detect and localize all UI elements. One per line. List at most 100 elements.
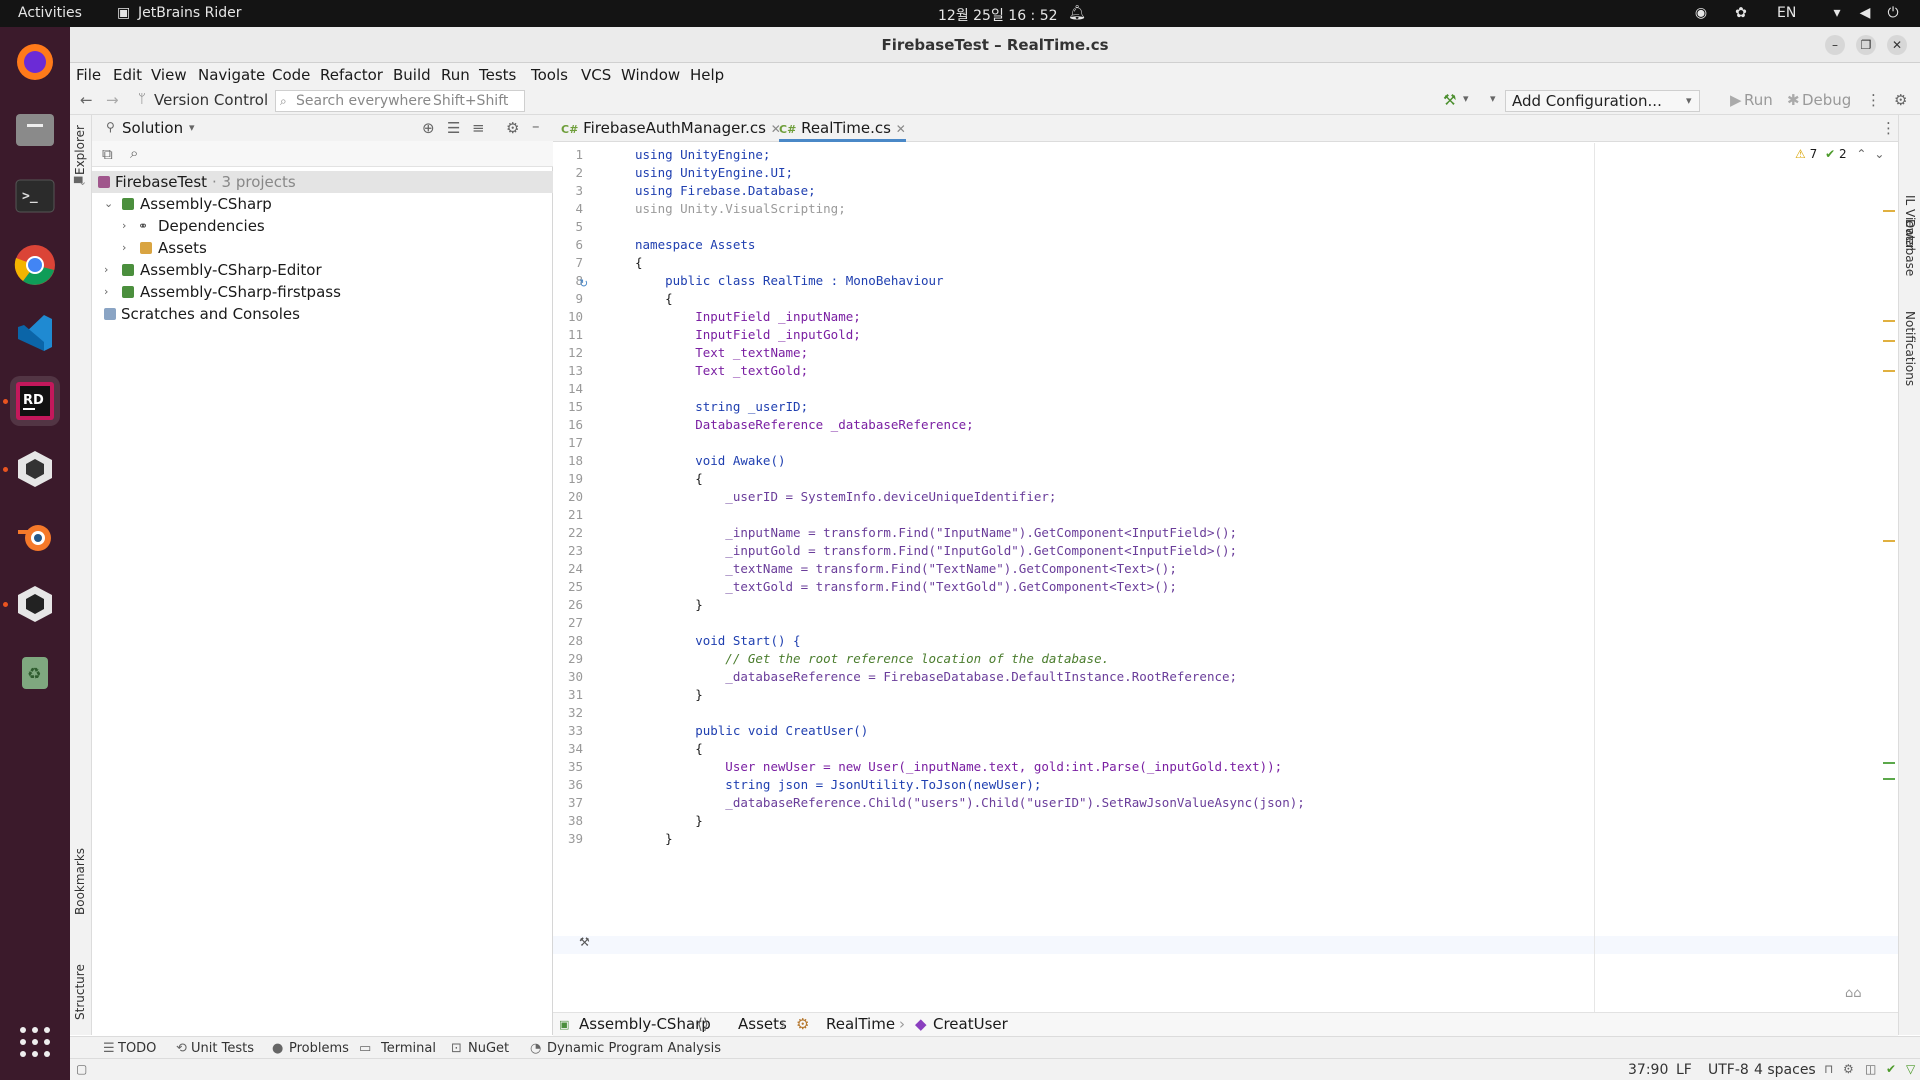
- check-icon[interactable]: ✔: [1886, 1062, 1896, 1076]
- tab-problems[interactable]: Problems: [289, 1041, 349, 1056]
- chevron-down-icon[interactable]: ▾: [1463, 92, 1469, 105]
- explorer-tool-tab[interactable]: Explorer: [73, 125, 87, 175]
- vcs-update-icon[interactable]: ▾: [1490, 92, 1496, 105]
- run-button[interactable]: Run: [1744, 91, 1773, 109]
- chrome-icon[interactable]: [10, 240, 60, 290]
- more-icon[interactable]: ⋮: [1866, 91, 1881, 109]
- tab-firebase-auth-manager[interactable]: C# FirebaseAuthManager.cs ✕: [561, 115, 781, 142]
- menu-run[interactable]: Run: [441, 66, 470, 84]
- vscode-icon[interactable]: [10, 308, 60, 358]
- menu-tools[interactable]: Tools: [531, 66, 568, 84]
- inspection-widget[interactable]: ⚠ 7 ✔ 2 ⌃ ⌄: [1795, 147, 1884, 161]
- menu-window[interactable]: Window: [621, 66, 680, 84]
- tab-terminal[interactable]: Terminal: [381, 1041, 436, 1056]
- breadcrumb-project[interactable]: Assembly-CSharp: [579, 1013, 711, 1036]
- warning-stripe-marker[interactable]: [1883, 210, 1895, 212]
- debug-button[interactable]: Debug: [1802, 91, 1851, 109]
- line-separator[interactable]: LF: [1676, 1062, 1692, 1078]
- tab-realtime[interactable]: C# RealTime.cs ✕: [779, 115, 906, 142]
- search-icon[interactable]: ⌕: [130, 144, 138, 162]
- menu-vcs[interactable]: VCS: [581, 66, 611, 84]
- menu-edit[interactable]: Edit: [113, 66, 142, 84]
- toggle-tool-windows-icon[interactable]: ▢: [76, 1062, 87, 1076]
- close-window-button[interactable]: ✕: [1887, 35, 1907, 55]
- more-icon[interactable]: ⋮: [1881, 119, 1896, 137]
- blender-icon[interactable]: [10, 512, 60, 562]
- caret-position[interactable]: 37:90: [1628, 1062, 1668, 1078]
- hammer-gutter-icon[interactable]: ⚒: [579, 935, 590, 949]
- context-icon[interactable]: ⚙: [1843, 1062, 1854, 1076]
- run-icon[interactable]: ▶: [1730, 91, 1742, 109]
- hide-icon[interactable]: –: [532, 117, 540, 135]
- window-title-bar[interactable]: FirebaseTest – RealTime.cs – ❐ ✕: [70, 27, 1920, 63]
- expand-all-icon[interactable]: ☰: [447, 119, 460, 137]
- menu-file[interactable]: File: [76, 66, 101, 84]
- status-tray-icon[interactable]: ◉: [1692, 4, 1710, 22]
- clock[interactable]: 12월 25일 16 : 52: [938, 5, 1058, 25]
- menu-build[interactable]: Build: [393, 66, 431, 84]
- tree-project-editor[interactable]: › Assembly-CSharp-Editor: [92, 259, 553, 281]
- chevron-up-icon[interactable]: ⌃: [1856, 147, 1866, 161]
- search-everywhere-field[interactable]: ⌕ Search everywhere Shift+Shift: [275, 90, 525, 112]
- explorer-title[interactable]: Solution: [122, 119, 183, 137]
- tree-assets[interactable]: › Assets: [92, 237, 553, 259]
- warning-stripe-marker[interactable]: [1883, 370, 1895, 372]
- maximize-button[interactable]: ❐: [1856, 35, 1876, 55]
- locate-icon[interactable]: ⊕: [422, 119, 435, 137]
- focused-app-name[interactable]: JetBrains Rider: [138, 5, 242, 21]
- terminal-icon[interactable]: >_: [10, 171, 60, 221]
- back-icon[interactable]: ←: [80, 91, 93, 109]
- override-gutter-icon[interactable]: ↻: [579, 277, 588, 290]
- show-apps-icon[interactable]: [10, 1017, 60, 1067]
- change-stripe-marker[interactable]: [1883, 762, 1895, 764]
- tab-todo[interactable]: TODO: [118, 1041, 156, 1056]
- warning-stripe-marker[interactable]: [1883, 540, 1895, 542]
- notifications-tool-tab[interactable]: Notifications: [1903, 311, 1917, 386]
- menu-code[interactable]: Code: [272, 66, 310, 84]
- tree-solution[interactable]: ⌄ FirebaseTest · 3 projects: [78, 171, 553, 193]
- gear-icon[interactable]: ⚙: [506, 119, 519, 137]
- trash-icon[interactable]: ♻: [10, 647, 60, 697]
- breadcrumb-class[interactable]: RealTime: [826, 1013, 895, 1036]
- menu-help[interactable]: Help: [690, 66, 724, 84]
- color-tray-icon[interactable]: ✿: [1732, 4, 1750, 22]
- menu-refactor[interactable]: Refactor: [320, 66, 383, 84]
- breadcrumb-method[interactable]: CreatUser: [933, 1013, 1008, 1036]
- menu-tests[interactable]: Tests: [479, 66, 516, 84]
- build-hammer-icon[interactable]: ⚒: [1443, 91, 1456, 109]
- ai-assistant-icon[interactable]: ⌂⌂: [1845, 986, 1862, 1001]
- warning-stripe-marker[interactable]: [1883, 320, 1895, 322]
- tab-unit-tests[interactable]: Unit Tests: [191, 1041, 254, 1056]
- menu-view[interactable]: View: [151, 66, 187, 84]
- warning-stripe-marker[interactable]: [1883, 340, 1895, 342]
- structure-tool-tab[interactable]: Structure: [73, 964, 87, 1020]
- tab-dynamic-program-analysis[interactable]: Dynamic Program Analysis: [547, 1041, 721, 1056]
- minimize-button[interactable]: –: [1825, 35, 1845, 55]
- wifi-icon[interactable]: ▾: [1828, 4, 1846, 22]
- input-language[interactable]: EN: [1777, 5, 1796, 21]
- file-encoding[interactable]: UTF-8: [1708, 1062, 1749, 1078]
- rider-icon[interactable]: RD: [10, 376, 60, 426]
- unity-hub-icon[interactable]: [10, 444, 60, 494]
- change-stripe-marker[interactable]: [1883, 778, 1895, 780]
- tree-project-assembly-csharp[interactable]: ⌄ Assembly-CSharp: [92, 193, 553, 215]
- tree-scratches[interactable]: Scratches and Consoles: [92, 303, 553, 325]
- forward-icon[interactable]: →: [106, 91, 119, 109]
- indent-setting[interactable]: 4 spaces: [1754, 1062, 1816, 1078]
- run-configuration-select[interactable]: Add Configuration... ▾: [1505, 90, 1700, 112]
- firefox-icon[interactable]: [10, 37, 60, 87]
- gear-icon[interactable]: ⚙: [1894, 91, 1907, 109]
- filter-icon[interactable]: ⧉: [102, 145, 113, 163]
- power-icon[interactable]: ⏻: [1884, 4, 1902, 22]
- chevron-down-icon[interactable]: ⌄: [1874, 147, 1884, 161]
- code-editor[interactable]: 1 2 3 4 5 6 7 8 9 10 11 12 13 14 15 16 1…: [553, 143, 1898, 1012]
- bookmarks-tool-tab[interactable]: Bookmarks: [73, 848, 87, 915]
- menu-navigate[interactable]: Navigate: [198, 66, 265, 84]
- debug-icon[interactable]: ✱: [1787, 91, 1800, 109]
- close-tab-icon[interactable]: ✕: [896, 122, 906, 136]
- collapse-all-icon[interactable]: ≡: [472, 119, 485, 137]
- chevron-down-icon[interactable]: ▾: [189, 121, 195, 134]
- volume-icon[interactable]: ◀: [1856, 4, 1874, 22]
- tree-project-firstpass[interactable]: › Assembly-CSharp-firstpass: [92, 281, 553, 303]
- files-icon[interactable]: [10, 104, 60, 154]
